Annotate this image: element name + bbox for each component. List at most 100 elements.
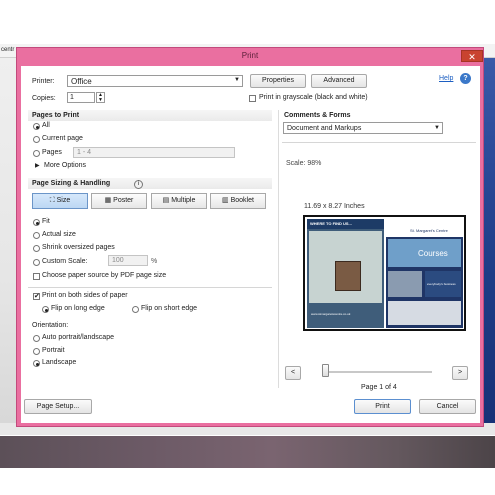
address-fragment: centr — [1, 47, 15, 53]
close-icon: ✕ — [468, 52, 476, 62]
paper-source-checkbox[interactable] — [33, 273, 40, 280]
section-divider — [28, 287, 272, 288]
pages-current-label: Current page — [42, 135, 83, 142]
landscape-label: Landscape — [42, 359, 77, 366]
preview-brand: St. Margaret's Centre — [410, 228, 448, 233]
tab-size[interactable]: ⛶ Size — [32, 193, 88, 209]
scale-text: Scale: 98% — [286, 160, 322, 167]
pages-all-label: All — [42, 122, 50, 129]
printer-label: Printer: — [32, 78, 55, 85]
pages-all-radio[interactable] — [33, 123, 40, 130]
help-icon[interactable]: ? — [460, 73, 471, 84]
preview-courses: Courses — [418, 249, 448, 258]
orientation-heading: Orientation: — [32, 322, 69, 329]
flip-long-label: Flip on long edge — [51, 305, 105, 312]
page-setup-button[interactable]: Page Setup... — [24, 399, 92, 414]
auto-orientation-radio[interactable] — [33, 335, 40, 342]
flip-long-radio[interactable] — [42, 306, 49, 313]
custom-scale-radio[interactable] — [33, 259, 40, 266]
preview-photo — [335, 261, 361, 291]
actual-size-label: Actual size — [42, 231, 76, 238]
more-options-arrow-icon[interactable]: ▶ — [35, 162, 40, 169]
preview-url: www.stmargaretscentre.co.uk — [311, 312, 351, 316]
grayscale-label: Print in grayscale (black and white) — [259, 94, 368, 101]
preview-tagline-block: everybody's business — [425, 271, 461, 297]
printer-select[interactable]: Office ▼ — [67, 75, 243, 87]
cancel-button[interactable]: Cancel — [419, 399, 476, 414]
copies-input[interactable]: 1 — [67, 92, 95, 103]
print-button[interactable]: Print — [354, 399, 411, 414]
preview-courses-block: Courses — [388, 239, 461, 267]
dialog-title: Print — [241, 51, 259, 60]
help-link[interactable]: Help — [439, 75, 453, 82]
tab-booklet[interactable]: ▥ Booklet — [210, 193, 266, 209]
preview-brand-bar: St. Margaret's Centre — [386, 219, 463, 237]
pages-to-print-heading: Pages to Print — [32, 112, 80, 119]
print-preview: WHERE TO FIND US... www.stmargaretscentr… — [303, 215, 466, 331]
custom-scale-value: 100 — [112, 257, 124, 264]
tab-poster[interactable]: ▦ Poster — [91, 193, 147, 209]
background-top — [0, 0, 495, 44]
column-divider — [278, 110, 279, 388]
screen: centr Print ✕ Printer: Office ▼ Properti… — [0, 0, 495, 495]
background-page-left — [0, 58, 16, 423]
close-button[interactable]: ✕ — [461, 50, 483, 62]
tab-multiple-label: Multiple — [171, 197, 196, 204]
percent-label: % — [151, 258, 158, 265]
portrait-radio[interactable] — [33, 348, 40, 355]
both-sides-checkbox[interactable] — [33, 292, 40, 300]
tab-size-label: Size — [56, 197, 71, 204]
page-slider-track[interactable] — [322, 371, 432, 373]
booklet-icon: ▥ — [222, 197, 231, 204]
dialog-titlebar[interactable]: Print — [16, 47, 484, 65]
poster-icon: ▦ — [104, 197, 114, 204]
advanced-button[interactable]: Advanced — [311, 74, 367, 88]
tab-multiple[interactable]: ▤ Multiple — [151, 193, 207, 209]
page-sizing-header: Page Sizing & Handling — [28, 178, 272, 189]
size-icon: ⛶ — [49, 197, 57, 204]
pages-range-radio[interactable] — [33, 150, 40, 157]
chevron-down-icon: ▼ — [234, 77, 240, 83]
flip-short-radio[interactable] — [132, 306, 139, 313]
custom-scale-input[interactable]: 100 — [108, 255, 148, 266]
comments-heading: Comments & Forms — [284, 112, 351, 119]
pages-range-input[interactable]: 1 - 4 — [73, 147, 235, 158]
portrait-label: Portrait — [42, 347, 65, 354]
sizing-info-icon[interactable]: i — [134, 180, 143, 189]
background-taskbar — [0, 436, 495, 468]
page-sizing-heading: Page Sizing & Handling — [32, 180, 111, 187]
printer-value: Office — [71, 77, 92, 86]
fit-radio[interactable] — [33, 219, 40, 226]
preview-tagline: everybody's business — [427, 282, 456, 286]
shrink-label: Shrink oversized pages — [42, 244, 115, 251]
comments-select[interactable]: Document and Markups ▼ — [283, 122, 443, 134]
preview-banner-text: WHERE TO FIND US... — [310, 221, 352, 226]
actual-size-radio[interactable] — [33, 232, 40, 239]
preview-right-panel: St. Margaret's Centre Courses everybody'… — [386, 219, 463, 328]
prev-page-button[interactable]: < — [285, 366, 301, 380]
grayscale-checkbox[interactable] — [249, 95, 256, 102]
page-slider-thumb[interactable] — [322, 364, 329, 377]
preview-left-panel: WHERE TO FIND US... www.stmargaretscentr… — [307, 219, 384, 328]
copies-value: 1 — [70, 94, 74, 101]
more-options-label[interactable]: More Options — [44, 162, 86, 169]
comments-value: Document and Markups — [287, 125, 362, 132]
landscape-radio[interactable] — [33, 360, 40, 367]
next-page-button[interactable]: > — [452, 366, 468, 380]
tab-booklet-label: Booklet — [230, 197, 254, 204]
pages-range-value: 1 - 4 — [77, 149, 92, 156]
auto-orientation-label: Auto portrait/landscape — [42, 334, 114, 341]
chevron-down-icon: ▼ — [434, 125, 440, 131]
shrink-radio[interactable] — [33, 245, 40, 252]
custom-scale-label: Custom Scale: — [42, 258, 88, 265]
pages-current-radio[interactable] — [33, 136, 40, 143]
properties-button[interactable]: Properties — [250, 74, 306, 88]
preview-banner: WHERE TO FIND US... — [307, 219, 384, 229]
pages-range-label: Pages — [42, 149, 62, 156]
preview-photo-3 — [388, 301, 461, 325]
comments-divider — [282, 142, 476, 143]
flip-short-label: Flip on short edge — [141, 305, 198, 312]
page-size-text: 11.69 x 8.27 Inches — [304, 203, 365, 210]
copies-stepper[interactable]: ▲ ▼ — [96, 92, 105, 103]
copies-label: Copies: — [32, 95, 56, 102]
